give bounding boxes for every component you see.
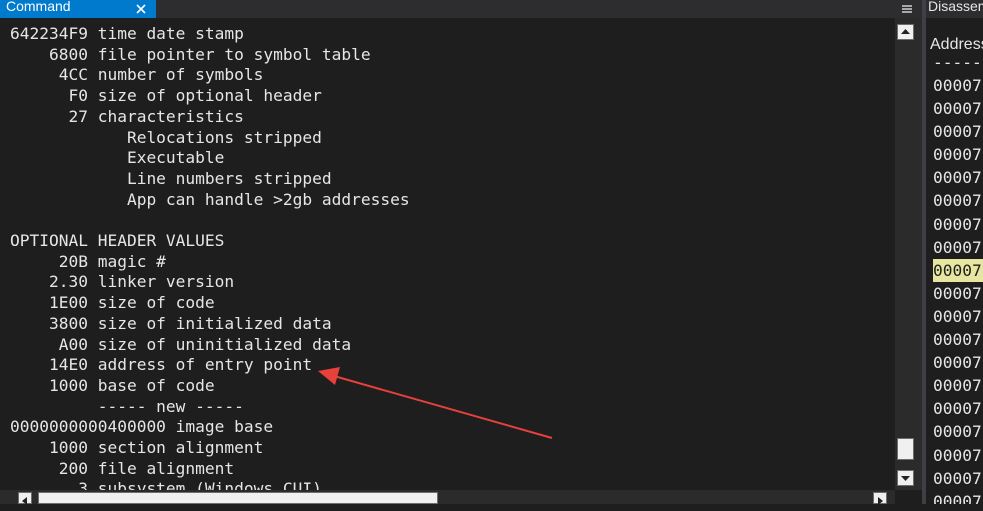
disassembly-row[interactable]: 00007 (933, 143, 983, 166)
scroll-up-button[interactable] (897, 24, 914, 40)
disassembly-row[interactable]: 00007 (933, 282, 983, 305)
output-line: 3 subsystem (Windows CUI) (10, 479, 322, 490)
tab-command[interactable]: Command (0, 0, 156, 18)
disassembly-panel: Disassembly Address -------0000700007000… (926, 0, 983, 504)
disassembly-row[interactable]: 00007 (933, 97, 983, 120)
close-icon[interactable] (134, 2, 148, 16)
output-line: 27 characteristics (10, 106, 244, 126)
output-line: 4CC number of symbols (10, 65, 264, 85)
disassembly-row-current[interactable]: 00007 (933, 258, 983, 282)
output-line: 2.30 linker version (10, 272, 235, 292)
output-line: ----- new ----- (10, 396, 244, 416)
output-line: 6800 file pointer to symbol table (10, 44, 371, 64)
disassembly-row[interactable]: 00007 (933, 444, 983, 467)
disassembly-tabbar: Disassembly (926, 0, 983, 18)
disassembly-row[interactable]: 00007 (933, 74, 983, 97)
disassembly-row[interactable]: 00007 (933, 213, 983, 236)
tab-disassembly[interactable]: Disassembly (928, 0, 983, 14)
output-line: 200 file alignment (10, 458, 235, 478)
disassembly-row[interactable]: ------- (933, 62, 983, 74)
scroll-down-icon (901, 476, 910, 481)
disassembly-row[interactable]: 00007 (933, 328, 983, 351)
command-output-text: 642234F9 time date stamp 6800 file point… (10, 24, 410, 490)
scroll-right-icon (878, 497, 883, 505)
horizontal-scrollbar[interactable] (0, 490, 895, 505)
command-output[interactable]: 642234F9 time date stamp 6800 file point… (0, 18, 895, 490)
vertical-scroll-thumb[interactable] (897, 438, 914, 460)
output-line: 1E00 size of code (10, 293, 215, 313)
output-line: Line numbers stripped (10, 168, 332, 188)
horizontal-scroll-thumb[interactable] (38, 492, 438, 504)
scroll-down-button[interactable] (897, 470, 914, 486)
output-line: 3800 size of initialized data (10, 313, 332, 333)
menu-icon[interactable] (900, 2, 914, 16)
disassembly-row[interactable]: 00007 (933, 374, 983, 397)
tab-command-label: Command (6, 0, 71, 14)
scroll-right-button[interactable] (873, 492, 887, 505)
output-line: 1000 section alignment (10, 438, 264, 458)
disassembly-row[interactable]: 00007 (933, 305, 983, 328)
disassembly-row[interactable]: 00007 (933, 166, 983, 189)
disassembly-row[interactable]: 00007 (933, 236, 983, 259)
output-line: Relocations stripped (10, 127, 322, 147)
disassembly-row[interactable]: 00007 (933, 397, 983, 420)
output-line: OPTIONAL HEADER VALUES (10, 231, 225, 251)
output-line: 0000000000400000 image base (10, 417, 274, 437)
disassembly-row[interactable]: 00007 (933, 490, 983, 504)
output-line: 642234F9 time date stamp (10, 24, 244, 43)
output-line: 14E0 address of entry point (10, 355, 313, 375)
output-line: App can handle >2gb addresses (10, 189, 410, 209)
output-line: Executable (10, 148, 225, 168)
scroll-left-button[interactable] (18, 492, 32, 505)
disassembly-row[interactable]: 00007 (933, 120, 983, 143)
scroll-left-icon (22, 497, 27, 505)
disassembly-row[interactable]: 00007 (933, 467, 983, 490)
output-line: A00 size of uninitialized data (10, 334, 352, 354)
disassembly-rows: -------000070000700007000070000700007000… (933, 62, 983, 504)
disassembly-address-header: Address (930, 36, 983, 53)
output-line: 1000 base of code (10, 375, 215, 395)
command-tabbar: Command (0, 0, 922, 18)
scroll-up-icon (901, 29, 910, 34)
disassembly-row[interactable]: 00007 (933, 420, 983, 443)
vertical-scrollbar[interactable] (895, 18, 922, 490)
output-line: 20B magic # (10, 251, 166, 271)
disassembly-row[interactable]: 00007 (933, 189, 983, 212)
disassembly-row[interactable]: 00007 (933, 351, 983, 374)
output-line: F0 size of optional header (10, 86, 322, 106)
